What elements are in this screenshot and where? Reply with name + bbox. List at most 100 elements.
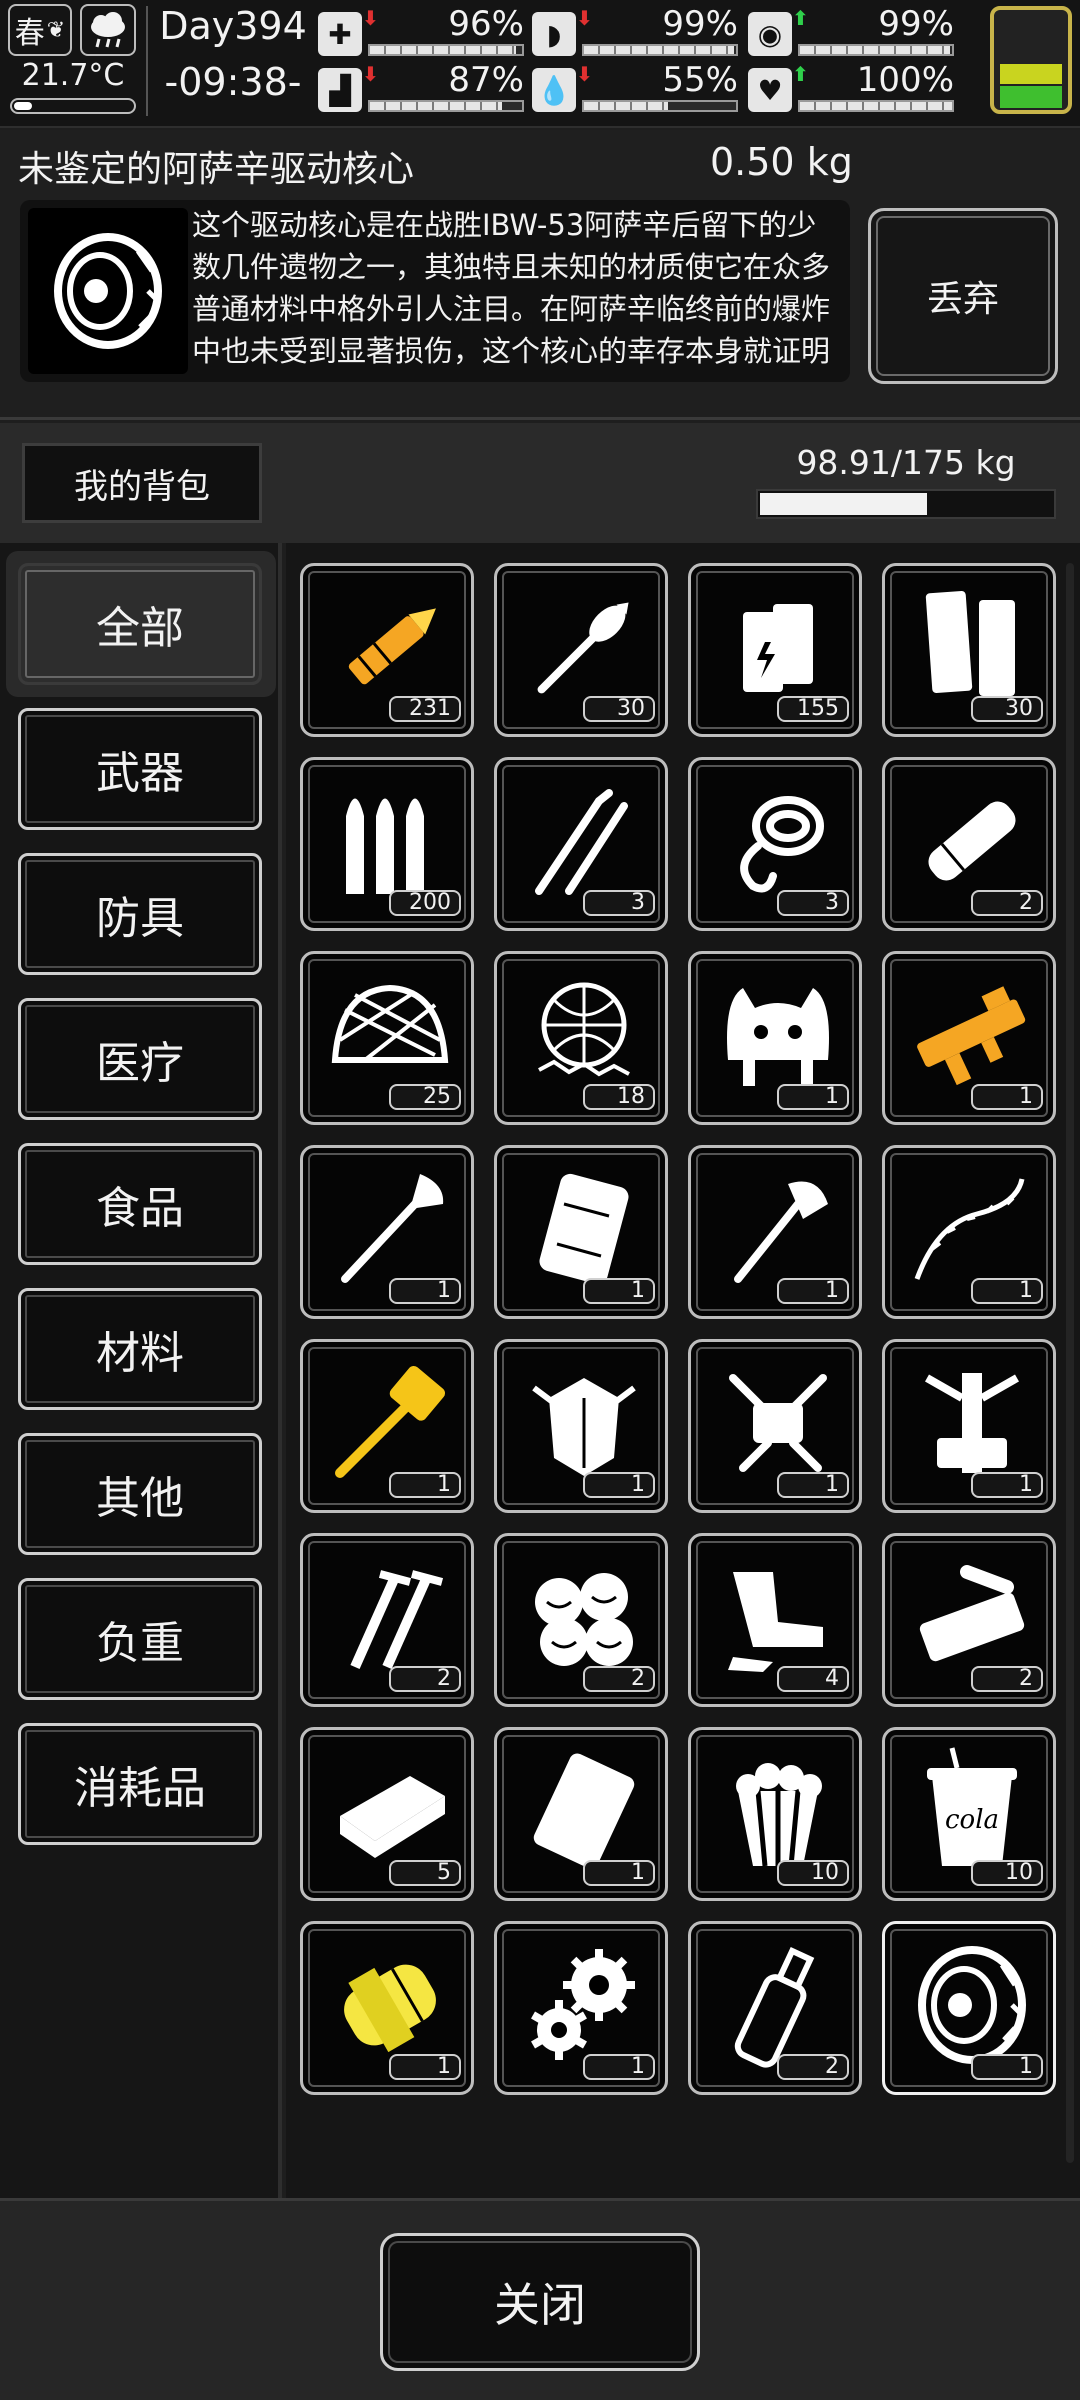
item-count-badge: 1 [583, 1860, 655, 1886]
inventory-slot[interactable]: 231 [300, 563, 474, 737]
screws-icon [350, 1570, 444, 1670]
category-tab[interactable]: 食品 [18, 1143, 262, 1265]
inventory-slot[interactable]: 25 [300, 951, 474, 1125]
category-tab[interactable]: 武器 [18, 708, 262, 830]
inventory-slot[interactable]: 1 [494, 1339, 668, 1513]
rope-hook-icon [740, 796, 824, 893]
inventory-slot[interactable]: 2 [688, 1921, 862, 2095]
category-tab[interactable]: 消耗品 [18, 1723, 262, 1845]
stat-bar [582, 100, 738, 112]
inventory-slot[interactable]: cola 10 [882, 1727, 1056, 1901]
inventory-slot[interactable]: 1 [494, 1921, 668, 2095]
stat-value: 87% [448, 60, 524, 100]
inventory-slot[interactable]: 5 [300, 1727, 474, 1901]
camo-net-icon [538, 982, 630, 1077]
item-count-badge: 1 [389, 1278, 461, 1304]
svg-text:cola: cola [945, 1805, 999, 1835]
paper-sheets-icon [925, 590, 1015, 696]
battery-icon [990, 6, 1072, 114]
lockpick-icon [535, 789, 628, 895]
item-count-badge: 2 [583, 1666, 655, 1692]
stat-heart: ♥ ⬆ 100% [748, 60, 958, 118]
item-count-badge: 1 [971, 1278, 1043, 1304]
bullets-icon [346, 798, 424, 894]
stat-bar [798, 100, 954, 112]
inventory-slot[interactable]: 4 [688, 1533, 862, 1707]
inventory-slot[interactable]: 1 [882, 951, 1056, 1125]
item-count-badge: 1 [971, 1084, 1043, 1110]
category-tab[interactable]: 负重 [18, 1578, 262, 1700]
item-count-badge: 200 [389, 890, 461, 916]
inventory-slot[interactable]: 30 [494, 563, 668, 737]
season-badge: 春 ❦ [8, 4, 72, 56]
inventory-slot[interactable]: 200 [300, 757, 474, 931]
item-count-badge: 1 [777, 1278, 849, 1304]
inventory-slot[interactable]: 1 [688, 951, 862, 1125]
mech-frame-icon [925, 1373, 1019, 1473]
item-count-badge: 2 [777, 2054, 849, 2080]
item-count-badge: 1 [389, 1472, 461, 1498]
inventory-slot[interactable]: 1 [300, 1921, 474, 2095]
trend-up-icon: ⬆ [792, 62, 809, 86]
item-count-badge: 1 [583, 1472, 655, 1498]
inventory-slot[interactable]: 1 [300, 1339, 474, 1513]
inventory-slot[interactable]: 2 [882, 1533, 1056, 1707]
inventory-slot[interactable]: 1 [882, 1145, 1056, 1319]
discard-button[interactable]: 丢弃 [868, 208, 1058, 384]
yellow-capsule-icon [344, 1964, 436, 2053]
stat-thirst: 💧 ⬇ 55% [532, 60, 742, 118]
close-button[interactable]: 关闭 [380, 2233, 700, 2371]
inventory-slot[interactable]: 1 [300, 1145, 474, 1319]
golden-hammer-icon [335, 1365, 446, 1478]
inventory-slot[interactable]: 18 [494, 951, 668, 1125]
inventory-grid: 231 30 155 30 200 3 3 2 25 18 1 1 1 1 1 1 1 1 1 1 2 2 4 2 5 1 10 co… [286, 543, 1080, 2198]
category-tab[interactable]: 全部 [18, 563, 262, 685]
inventory-slot[interactable]: 1 [882, 1921, 1056, 2095]
cotton-balls-icon [535, 1573, 633, 1666]
inventory-slot[interactable]: 1 [494, 1145, 668, 1319]
inventory-slot[interactable]: 1 [688, 1339, 862, 1513]
item-count-badge: 10 [777, 1860, 849, 1886]
rpg-warhead-icon [537, 602, 629, 694]
item-count-badge: 10 [971, 1860, 1043, 1886]
metal-scraps-icon [728, 1572, 823, 1672]
stat-value: 96% [448, 4, 524, 44]
category-tab[interactable]: 其他 [18, 1433, 262, 1555]
stat-mood: ◉ ⬆ 99% [748, 4, 958, 62]
stat-value: 99% [878, 4, 954, 44]
drone-parts-icon [729, 1374, 827, 1472]
item-count-badge: 30 [971, 696, 1043, 722]
trend-down-icon: ⬇ [362, 6, 379, 30]
snack-bag-icon [533, 1753, 635, 1869]
inventory-slot[interactable]: 1 [688, 1145, 862, 1319]
trend-down-icon: ⬇ [362, 62, 379, 86]
category-tab[interactable]: 医疗 [18, 998, 262, 1120]
inventory-slot[interactable]: 1 [882, 1339, 1056, 1513]
inventory-slot[interactable]: 30 [882, 563, 1056, 737]
gears-icon [531, 1949, 635, 2060]
item-count-badge: 3 [777, 890, 849, 916]
stomach-icon: ◗ [532, 12, 576, 56]
boot-icon: ▟ [318, 68, 362, 112]
inventory-slot[interactable]: 2 [300, 1533, 474, 1707]
bottom-bar: 关闭 [0, 2198, 1080, 2400]
shovel-icon [341, 1174, 444, 1283]
inventory-slot[interactable]: 3 [494, 757, 668, 931]
inventory-slot[interactable]: 2 [882, 757, 1056, 931]
inventory-slot[interactable]: 1 [494, 1727, 668, 1901]
item-count-badge: 25 [389, 1084, 461, 1110]
cloud-rain-icon [80, 4, 136, 56]
bag-load-bar [756, 489, 1056, 519]
machine-parts-icon [919, 1565, 1025, 1662]
category-tab[interactable]: 防具 [18, 853, 262, 975]
inventory-slot[interactable]: 3 [688, 757, 862, 931]
bag-label: 我的背包 [22, 443, 262, 523]
inventory-slot[interactable]: 10 [688, 1727, 862, 1901]
plate-armor-icon [539, 1173, 629, 1285]
scrollbar[interactable] [1066, 563, 1074, 2163]
axe-icon [734, 1181, 828, 1283]
inventory-slot[interactable]: 2 [494, 1533, 668, 1707]
stat-health: ✚ ⬇ 96% [318, 4, 528, 62]
category-tab[interactable]: 材料 [18, 1288, 262, 1410]
inventory-slot[interactable]: 155 [688, 563, 862, 737]
